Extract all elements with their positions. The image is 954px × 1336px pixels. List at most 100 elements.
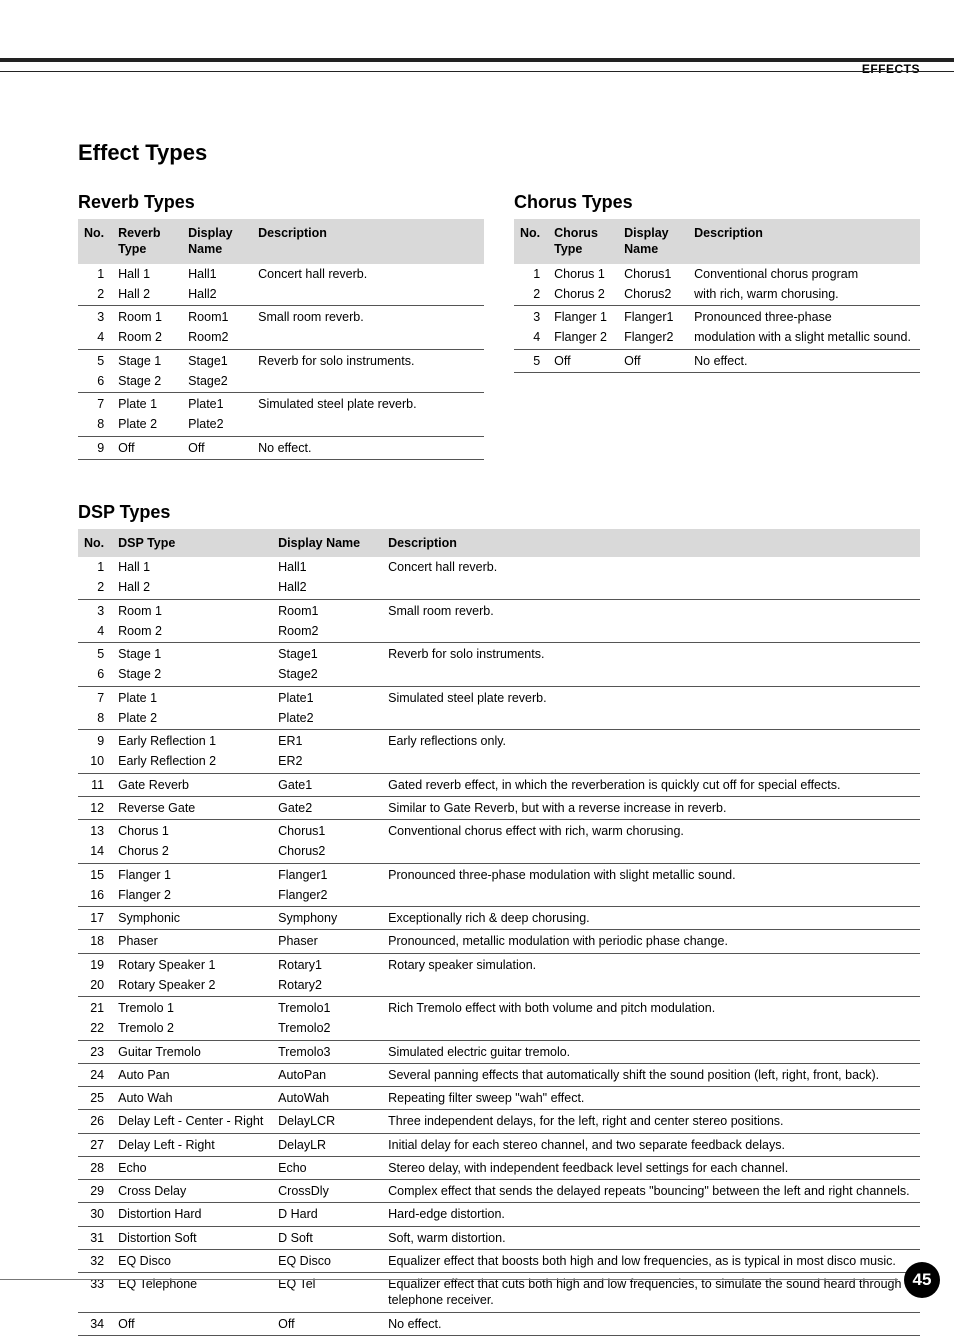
table-cell bbox=[382, 577, 920, 599]
table-cell: with rich, warm chorusing. bbox=[688, 284, 920, 306]
table-cell: Hall 2 bbox=[112, 284, 182, 306]
table-cell: Hall2 bbox=[272, 577, 382, 599]
table-row: 6Stage 2Stage2 bbox=[78, 664, 920, 686]
table-cell: Pronounced three-phase bbox=[688, 306, 920, 328]
table-cell: 6 bbox=[78, 664, 112, 686]
table-cell bbox=[252, 371, 484, 393]
table-cell: Pronounced three-phase modulation with s… bbox=[382, 863, 920, 885]
table-cell: Initial delay for each stereo channel, a… bbox=[382, 1133, 920, 1156]
table-cell: Similar to Gate Reverb, but with a rever… bbox=[382, 796, 920, 819]
table-cell bbox=[382, 621, 920, 643]
table-cell: 4 bbox=[78, 621, 112, 643]
table-row: 29Cross DelayCrossDlyComplex effect that… bbox=[78, 1180, 920, 1203]
col-no: No. bbox=[78, 529, 112, 557]
table-cell: 6 bbox=[78, 371, 112, 393]
table-cell: Flanger2 bbox=[618, 327, 688, 349]
table-cell: No effect. bbox=[252, 436, 484, 459]
table-cell bbox=[382, 708, 920, 730]
table-cell: Hall 1 bbox=[112, 557, 272, 577]
table-cell: 1 bbox=[78, 557, 112, 577]
col-no: No. bbox=[514, 219, 548, 264]
table-cell: modulation with a slight metallic sound. bbox=[688, 327, 920, 349]
table-row: 23Guitar TremoloTremolo3Simulated electr… bbox=[78, 1040, 920, 1063]
dsp-table: No. DSP Type Display Name Description 1H… bbox=[78, 529, 920, 1336]
col-type: Reverb Type bbox=[112, 219, 182, 264]
table-cell: Reverb for solo instruments. bbox=[382, 643, 920, 665]
table-cell: Conventional chorus program bbox=[688, 264, 920, 284]
table-row: 7Plate 1Plate1Simulated steel plate reve… bbox=[78, 686, 920, 708]
table-cell: Tremolo 1 bbox=[112, 997, 272, 1019]
table-cell: 16 bbox=[78, 885, 112, 907]
table-cell: Reverse Gate bbox=[112, 796, 272, 819]
table-cell: 15 bbox=[78, 863, 112, 885]
table-row: 6Stage 2Stage2 bbox=[78, 371, 484, 393]
table-cell: Equalizer effect that boosts both high a… bbox=[382, 1249, 920, 1272]
table-cell: Auto Pan bbox=[112, 1063, 272, 1086]
table-row: 15Flanger 1Flanger1Pronounced three-phas… bbox=[78, 863, 920, 885]
table-cell: 1 bbox=[514, 264, 548, 284]
page-title: Effect Types bbox=[78, 140, 920, 166]
table-cell: Off bbox=[182, 436, 252, 459]
table-cell: 2 bbox=[78, 284, 112, 306]
table-cell: Flanger1 bbox=[272, 863, 382, 885]
table-cell: Plate1 bbox=[272, 686, 382, 708]
table-cell: Plate 1 bbox=[112, 393, 182, 415]
table-cell: CrossDly bbox=[272, 1180, 382, 1203]
table-cell: 31 bbox=[78, 1226, 112, 1249]
col-disp: Display Name bbox=[618, 219, 688, 264]
table-cell: EQ Disco bbox=[112, 1249, 272, 1272]
table-row: 28EchoEchoStereo delay, with independent… bbox=[78, 1156, 920, 1179]
table-cell: Plate2 bbox=[182, 414, 252, 436]
table-cell: 29 bbox=[78, 1180, 112, 1203]
table-cell: Off bbox=[112, 436, 182, 459]
table-cell: Flanger2 bbox=[272, 885, 382, 907]
table-cell: Tremolo2 bbox=[272, 1018, 382, 1040]
table-row: 4Room 2Room2 bbox=[78, 621, 920, 643]
table-cell: 24 bbox=[78, 1063, 112, 1086]
table-cell: Rotary speaker simulation. bbox=[382, 953, 920, 975]
reverb-table: No. Reverb Type Display Name Description… bbox=[78, 219, 484, 460]
table-cell: Gate2 bbox=[272, 796, 382, 819]
table-cell: Conventional chorus effect with rich, wa… bbox=[382, 820, 920, 842]
col-type: Chorus Type bbox=[548, 219, 618, 264]
table-cell: AutoWah bbox=[272, 1087, 382, 1110]
table-cell: Room2 bbox=[272, 621, 382, 643]
table-cell: 5 bbox=[78, 349, 112, 371]
table-cell: Echo bbox=[272, 1156, 382, 1179]
table-cell: Several panning effects that automatical… bbox=[382, 1063, 920, 1086]
table-row: 17SymphonicSymphonyExceptionally rich & … bbox=[78, 907, 920, 930]
table-cell: Soft, warm distortion. bbox=[382, 1226, 920, 1249]
table-cell: EQ Disco bbox=[272, 1249, 382, 1272]
table-cell bbox=[252, 327, 484, 349]
table-cell: Simulated steel plate reverb. bbox=[252, 393, 484, 415]
section-label: EFFECTS bbox=[862, 62, 920, 76]
table-row: 25Auto WahAutoWahRepeating filter sweep … bbox=[78, 1087, 920, 1110]
table-cell: Plate 2 bbox=[112, 708, 272, 730]
table-cell: Simulated steel plate reverb. bbox=[382, 686, 920, 708]
table-cell: Rich Tremolo effect with both volume and… bbox=[382, 997, 920, 1019]
table-cell: 14 bbox=[78, 841, 112, 863]
table-cell: Rotary1 bbox=[272, 953, 382, 975]
table-row: 30Distortion HardD HardHard-edge distort… bbox=[78, 1203, 920, 1226]
table-cell: Stage1 bbox=[272, 643, 382, 665]
table-cell: Flanger1 bbox=[618, 306, 688, 328]
table-cell: Complex effect that sends the delayed re… bbox=[382, 1180, 920, 1203]
table-row: 22Tremolo 2Tremolo2 bbox=[78, 1018, 920, 1040]
page-number: 45 bbox=[904, 1262, 940, 1298]
table-cell: Early Reflection 2 bbox=[112, 751, 272, 773]
table-cell: 32 bbox=[78, 1249, 112, 1272]
table-row: 1Hall 1Hall1Concert hall reverb. bbox=[78, 264, 484, 284]
dsp-body: 1Hall 1Hall1Concert hall reverb.2Hall 2H… bbox=[78, 557, 920, 1335]
table-cell: DelayLCR bbox=[272, 1110, 382, 1133]
table-cell: Stage 1 bbox=[112, 349, 182, 371]
table-row: 1Chorus 1Chorus1Conventional chorus prog… bbox=[514, 264, 920, 284]
table-cell: Chorus2 bbox=[272, 841, 382, 863]
table-cell: Chorus 2 bbox=[548, 284, 618, 306]
table-cell: Chorus 2 bbox=[112, 841, 272, 863]
table-cell: DelayLR bbox=[272, 1133, 382, 1156]
table-row: 19Rotary Speaker 1Rotary1Rotary speaker … bbox=[78, 953, 920, 975]
table-cell: Rotary Speaker 1 bbox=[112, 953, 272, 975]
table-cell: 3 bbox=[514, 306, 548, 328]
table-row: 1Hall 1Hall1Concert hall reverb. bbox=[78, 557, 920, 577]
col-disp: Display Name bbox=[272, 529, 382, 557]
